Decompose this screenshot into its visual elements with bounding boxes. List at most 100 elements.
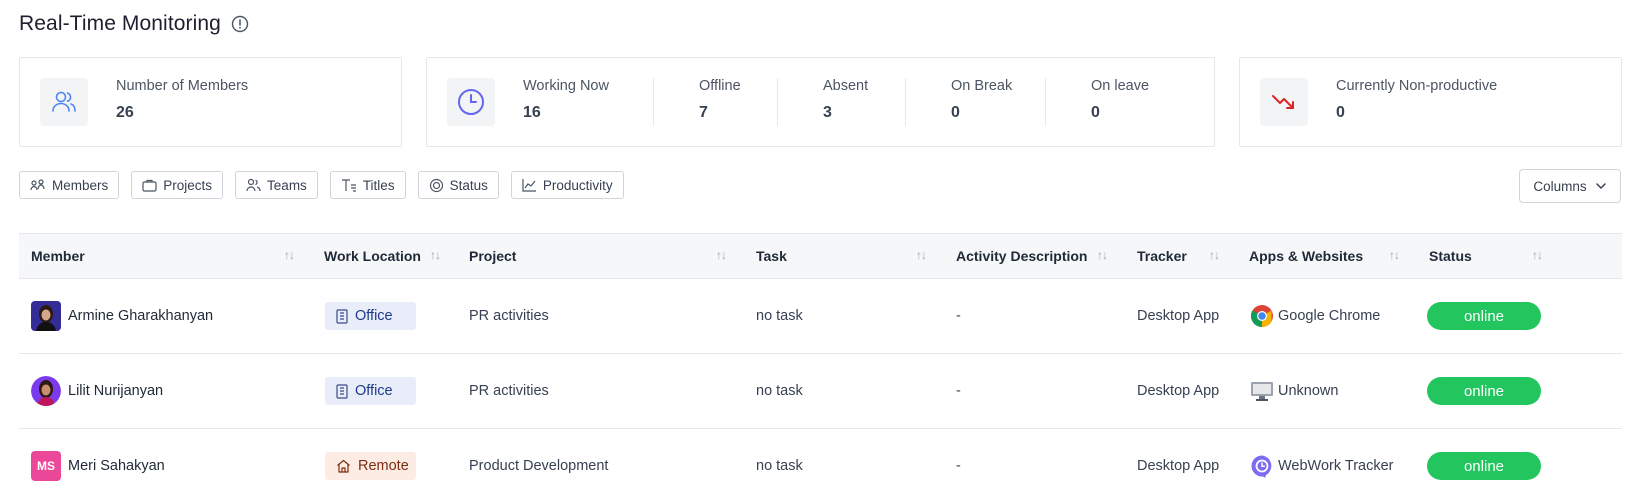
absent-stat: Absent 3: [823, 78, 868, 122]
location-badge: Office: [325, 377, 416, 405]
sort-icon[interactable]: ↑↓: [430, 248, 441, 262]
stat-value: 26: [116, 104, 134, 121]
project-cell: PR activities: [469, 308, 549, 324]
sort-icon[interactable]: ↑↓: [1389, 248, 1400, 262]
working-now-stat: Working Now 16: [523, 78, 609, 122]
titles-filter-button[interactable]: Titles: [329, 171, 406, 199]
stat-value: 7: [699, 104, 708, 121]
app-name: Unknown: [1278, 383, 1339, 399]
location-label: Office: [355, 383, 393, 399]
team-icon: [246, 178, 261, 192]
home-icon: [337, 459, 350, 473]
location-cell: Office: [325, 279, 416, 353]
table-header: Member ↑↓ Work Location ↑↓ Project ↑↓ Ta…: [19, 233, 1622, 279]
filter-label: Titles: [362, 177, 395, 193]
columns-label: Columns: [1533, 178, 1587, 194]
avatar: [31, 376, 61, 406]
projects-filter-button[interactable]: Projects: [131, 171, 224, 199]
status-summary-card: Working Now 16 Offline 7 Absent 3 On Bre…: [426, 57, 1215, 147]
webwork-icon: [1250, 454, 1274, 478]
activity-cell: -: [956, 383, 961, 399]
avatar: MS: [31, 451, 61, 481]
filter-label: Productivity: [542, 177, 613, 193]
header-work-location: Work Location: [324, 248, 421, 264]
building-icon: [336, 383, 348, 399]
trend-down-icon: [1260, 78, 1308, 126]
table-row[interactable]: Lilit Nurijanyan Office PR activities no…: [19, 354, 1622, 429]
member-name: Meri Sahakyan: [68, 458, 165, 474]
header-tracker: Tracker: [1137, 248, 1187, 264]
text-title-icon: [341, 179, 356, 192]
app-cell: Unknown: [1250, 354, 1338, 428]
divider: [653, 78, 654, 126]
project-cell: Product Development: [469, 458, 609, 474]
members-table: Member ↑↓ Work Location ↑↓ Project ↑↓ Ta…: [19, 233, 1622, 500]
activity-cell: -: [956, 458, 961, 474]
member-cell: Lilit Nurijanyan: [31, 354, 163, 428]
member-name: Lilit Nurijanyan: [68, 383, 164, 399]
divider: [905, 78, 906, 126]
tracker-cell: Desktop App: [1137, 308, 1220, 324]
offline-stat: Offline 7: [699, 78, 741, 122]
member-cell: MS Meri Sahakyan: [31, 429, 165, 500]
header-apps: Apps & Websites: [1249, 248, 1364, 264]
divider: [777, 78, 778, 126]
monitor-icon: [1250, 379, 1274, 403]
header-status: Status: [1429, 248, 1472, 264]
members-filter-button[interactable]: Members: [19, 171, 120, 199]
location-cell: Office: [325, 354, 416, 428]
app-cell: WebWork Tracker: [1250, 429, 1394, 500]
table-row[interactable]: MS Meri Sahakyan Remote Product Developm…: [19, 429, 1622, 500]
status-badge: online: [1427, 452, 1541, 480]
filter-label: Status: [449, 177, 488, 193]
status-filter-button[interactable]: Status: [417, 171, 499, 199]
productivity-filter-button[interactable]: Productivity: [510, 171, 624, 199]
tracker-cell: Desktop App: [1137, 383, 1220, 399]
sort-icon[interactable]: ↑↓: [284, 248, 295, 262]
status-icon: [429, 178, 443, 192]
activity-cell: -: [956, 308, 961, 324]
app-cell: Google Chrome: [1250, 279, 1380, 353]
stat-value: 0: [1336, 104, 1345, 121]
tracker-cell: Desktop App: [1137, 458, 1220, 474]
app-name: Google Chrome: [1278, 308, 1381, 324]
table-row[interactable]: Armine Gharakhanyan Office PR activities…: [19, 279, 1622, 354]
stat-label: On Break: [951, 78, 1013, 94]
member-cell: Armine Gharakhanyan: [31, 279, 213, 353]
sort-icon[interactable]: ↑↓: [716, 248, 727, 262]
header-activity: Activity Description: [956, 248, 1088, 264]
status-cell: online: [1427, 354, 1541, 428]
members-summary-card: Number of Members 26: [19, 57, 402, 147]
status-cell: online: [1427, 429, 1541, 500]
members-stat: Number of Members 26: [116, 78, 248, 122]
status-badge: online: [1427, 377, 1541, 405]
sort-icon[interactable]: ↑↓: [1532, 248, 1543, 262]
teams-filter-button[interactable]: Teams: [235, 171, 318, 199]
columns-button[interactable]: Columns: [1519, 169, 1621, 203]
info-circle-icon[interactable]: [231, 15, 249, 33]
member-name: Armine Gharakhanyan: [68, 308, 214, 324]
briefcase-icon: [142, 179, 157, 192]
page-title: Real-Time Monitoring: [19, 12, 221, 35]
stat-label: On leave: [1091, 78, 1150, 94]
non-productive-stat: Currently Non-productive 0: [1336, 78, 1497, 122]
stat-value: 0: [1091, 104, 1100, 121]
header-project: Project: [469, 248, 517, 264]
users-icon: [40, 78, 88, 126]
app-name: WebWork Tracker: [1278, 458, 1394, 474]
stat-value: 16: [523, 104, 541, 121]
stat-label: Offline: [699, 78, 741, 94]
sort-icon[interactable]: ↑↓: [916, 248, 927, 262]
sort-icon[interactable]: ↑↓: [1097, 248, 1108, 262]
divider: [1045, 78, 1046, 126]
status-badge: online: [1427, 302, 1541, 330]
header-member: Member: [31, 248, 85, 264]
sort-icon[interactable]: ↑↓: [1209, 248, 1220, 262]
filter-label: Members: [52, 177, 109, 193]
stat-label: Absent: [823, 78, 869, 94]
avatar: [31, 301, 61, 331]
location-label: Office: [355, 308, 393, 324]
task-cell: no task: [756, 383, 803, 399]
location-cell: Remote: [325, 429, 416, 500]
building-icon: [336, 308, 348, 324]
